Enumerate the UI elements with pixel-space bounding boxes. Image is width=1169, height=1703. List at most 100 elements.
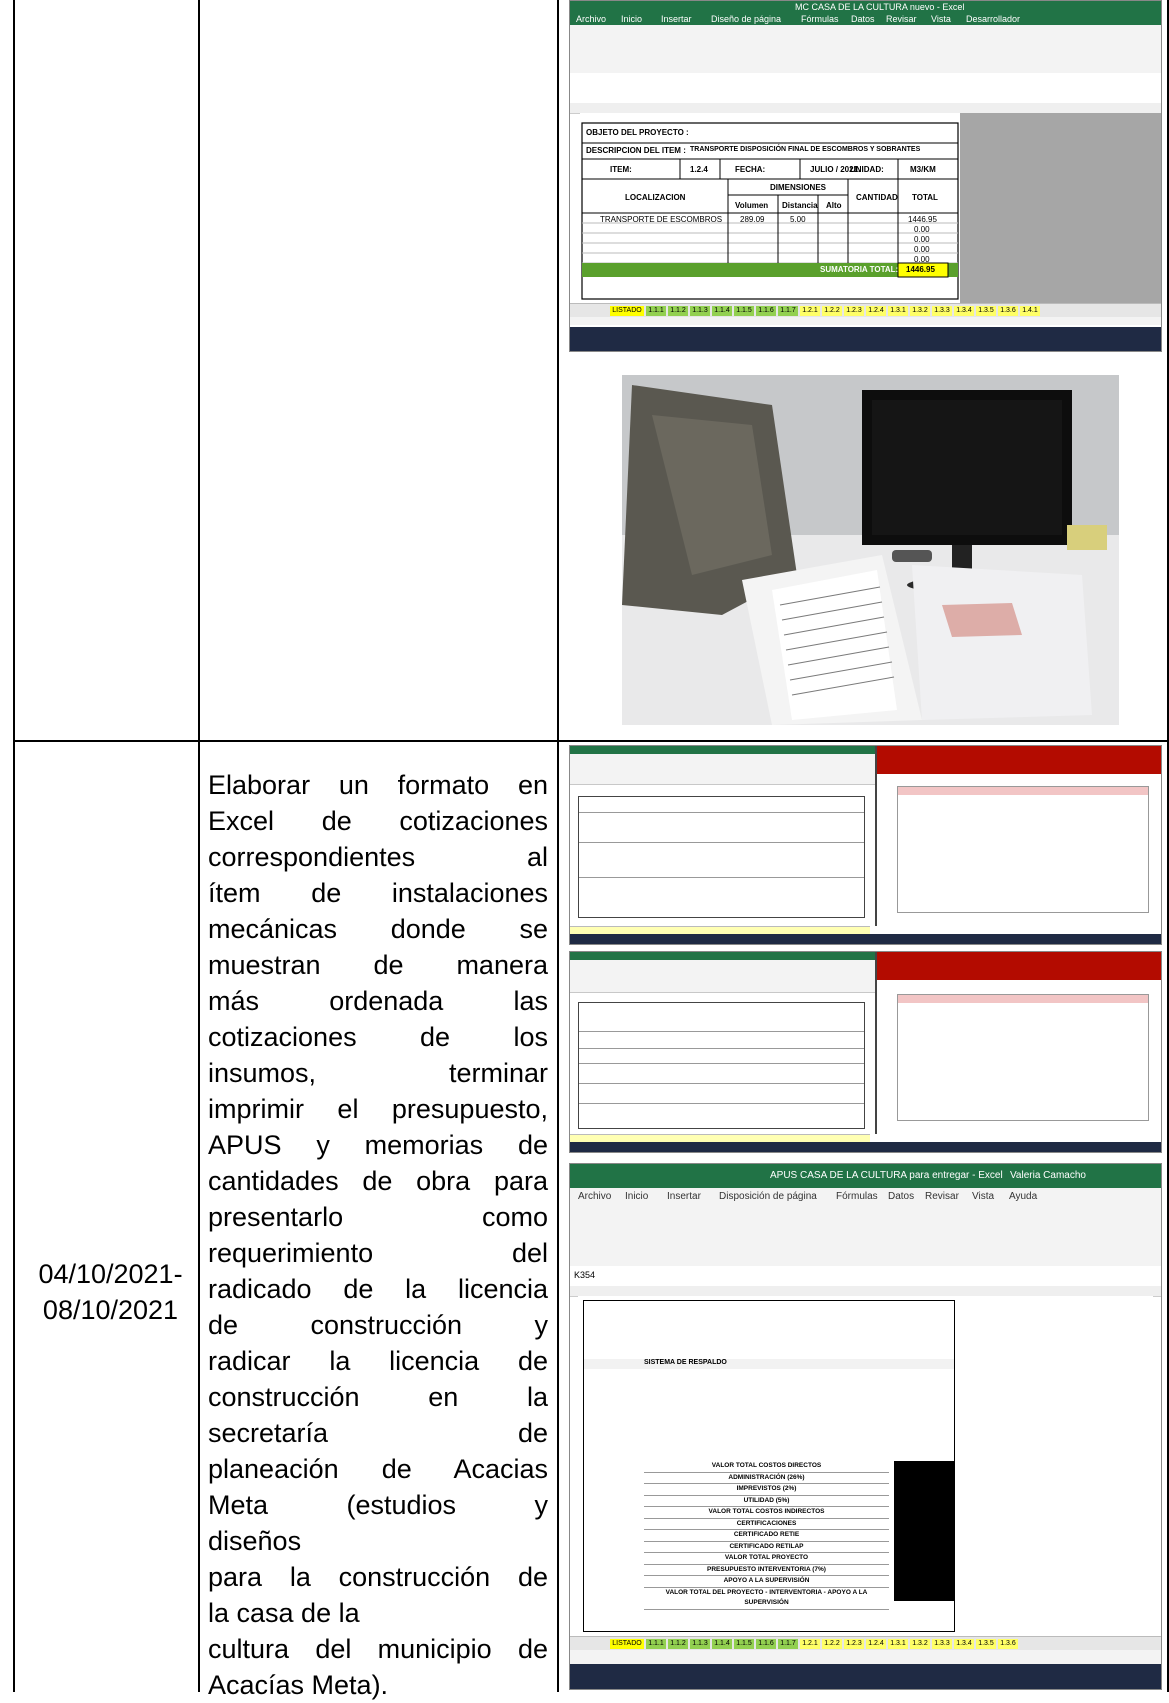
sheet-tab[interactable]: 1.1.6 bbox=[756, 1639, 776, 1649]
table-border-left bbox=[13, 0, 15, 1692]
sheet-tab[interactable]: 1.1.1 bbox=[646, 1639, 666, 1649]
excel-window-title: MC CASA DE LA CULTURA nuevo - Excel bbox=[795, 2, 965, 12]
description-line: cultura del municipio de bbox=[208, 1634, 548, 1664]
sheet-tab[interactable]: 1.3.1 bbox=[888, 306, 908, 316]
sheet-tab[interactable]: 1.3.5 bbox=[976, 306, 996, 316]
sheet-tabs: LISTADO 1.1.1 1.1.2 1.1.3 1.1.4 1.1.5 1.1.6 1.1… bbox=[570, 1636, 1161, 1651]
excel-screenshot-apus: APUS CASA DE LA CULTURA para entregar - … bbox=[569, 1163, 1162, 1690]
table-row bbox=[579, 1031, 864, 1032]
table-row bbox=[579, 1083, 864, 1084]
line-item-volumen: 289.09 bbox=[740, 215, 765, 224]
line-item-total: 1446.95 bbox=[908, 215, 937, 224]
ribbon-tab[interactable]: Inicio bbox=[625, 1191, 648, 1202]
header-total: TOTAL bbox=[912, 193, 938, 202]
sheet-tab[interactable]: 1.1.2 bbox=[668, 306, 688, 316]
ribbon-tab[interactable]: Archivo bbox=[576, 14, 606, 24]
sheet-tab[interactable]: 1.2.3 bbox=[844, 306, 864, 316]
sheet-tab[interactable]: 1.1.2 bbox=[668, 1639, 688, 1649]
table-divider-col2 bbox=[557, 0, 559, 1692]
sumatoria-value: 1446.95 bbox=[906, 265, 935, 274]
ribbon-tab[interactable]: Insertar bbox=[661, 14, 692, 24]
pdf-window bbox=[875, 746, 1161, 926]
sheet-tab[interactable]: 1.1.6 bbox=[756, 306, 776, 316]
sumatoria-label: SUMATORIA TOTAL: bbox=[820, 265, 899, 274]
ribbon-tab[interactable]: Fórmulas bbox=[801, 14, 839, 24]
ribbon-tab[interactable]: Vista bbox=[931, 14, 951, 24]
formula-bar bbox=[570, 73, 1161, 104]
pdf-list bbox=[897, 786, 1149, 913]
desk-photo-image bbox=[622, 375, 1119, 725]
sheet-tab[interactable]: 1.3.5 bbox=[976, 1639, 996, 1649]
header-dimensiones: DIMENSIONES bbox=[770, 183, 827, 192]
label-fecha: FECHA: bbox=[735, 165, 766, 174]
quotation-table bbox=[578, 796, 865, 918]
excel-screenshot-cotizaciones-1 bbox=[569, 745, 1162, 945]
pdf-toolbar bbox=[877, 746, 1161, 774]
sheet-tab[interactable]: 1.2.3 bbox=[844, 1639, 864, 1649]
sheet-tab[interactable]: 1.3.4 bbox=[954, 306, 974, 316]
zero-row-1: 0.00 bbox=[914, 225, 930, 234]
sheet-tab[interactable]: 1.1.7 bbox=[778, 306, 798, 316]
totals-line: CERTIFICADO RETILAP bbox=[644, 1542, 889, 1553]
sheet-tab[interactable]: 1.1.3 bbox=[690, 1639, 710, 1649]
sheet-tab[interactable]: 1.2.4 bbox=[866, 1639, 886, 1649]
ribbon-tab[interactable]: Ayuda bbox=[1009, 1191, 1037, 1202]
sheet-tab[interactable]: 1.3.6 bbox=[998, 1639, 1018, 1649]
ribbon-tab[interactable]: Datos bbox=[888, 1191, 914, 1202]
totals-line: ADMINISTRACIÓN (26%) bbox=[644, 1473, 889, 1484]
ribbon-tab[interactable]: Disposición de página bbox=[719, 1191, 817, 1202]
sheet-tab[interactable]: 1.2.4 bbox=[866, 306, 886, 316]
sheet-tab[interactable]: 1.3.3 bbox=[932, 306, 952, 316]
table-row-separator bbox=[13, 740, 1169, 742]
description-line: más ordenada las bbox=[208, 986, 548, 1016]
description-line: presentarlo como bbox=[208, 1202, 548, 1232]
totals-line: APOYO A LA SUPERVISIÓN bbox=[644, 1576, 889, 1588]
table-divider-col1 bbox=[198, 0, 200, 1692]
activity-description: Elaborar un formato en Excel de cotizacio… bbox=[208, 767, 548, 1703]
sheet-tab[interactable]: 1.2.1 bbox=[800, 1639, 820, 1649]
sheet-tab[interactable]: 1.4.1 bbox=[1020, 306, 1040, 316]
label-unidad: UNIDAD: bbox=[850, 165, 884, 174]
description-line: APUS y memorias de bbox=[208, 1130, 548, 1160]
sheet-tab[interactable]: 1.1.1 bbox=[646, 306, 666, 316]
ribbon-tab[interactable]: Desarrollador bbox=[966, 14, 1020, 24]
ribbon-tab[interactable]: Archivo bbox=[578, 1191, 611, 1202]
sheet-tab[interactable]: 1.3.6 bbox=[998, 306, 1018, 316]
sheet-tab[interactable]: 1.1.7 bbox=[778, 1639, 798, 1649]
description-line: Acacías Meta). bbox=[208, 1670, 389, 1700]
description-line: diseños bbox=[208, 1526, 302, 1556]
ribbon-tab[interactable]: Inicio bbox=[621, 14, 642, 24]
sheet-tab[interactable]: 1.3.3 bbox=[932, 1639, 952, 1649]
sheet-tab[interactable]: 1.3.4 bbox=[954, 1639, 974, 1649]
sheet-tab[interactable]: LISTADO bbox=[610, 306, 644, 316]
sheet-tab[interactable]: 1.2.2 bbox=[822, 1639, 842, 1649]
excel-ribbon-tabs: Archivo Inicio Insertar Diseño de página Fór… bbox=[570, 13, 1161, 25]
description-line: muestran de manera bbox=[208, 950, 548, 980]
ribbon-tab[interactable]: Fórmulas bbox=[836, 1191, 878, 1202]
totals-line: IMPREVISTOS (2%) bbox=[644, 1484, 889, 1496]
sheet-tab[interactable]: 1.1.5 bbox=[734, 1639, 754, 1649]
pdf-list-header bbox=[898, 787, 1148, 795]
sheet-tab[interactable]: 1.1.4 bbox=[712, 306, 732, 316]
sheet-tab[interactable]: 1.3.2 bbox=[910, 1639, 930, 1649]
ribbon-tab[interactable]: Datos bbox=[851, 14, 875, 24]
quotation-table bbox=[578, 1002, 865, 1129]
ribbon-tab[interactable]: Vista bbox=[972, 1191, 994, 1202]
ribbon-tab[interactable]: Revisar bbox=[925, 1191, 959, 1202]
table-row bbox=[579, 842, 864, 843]
sheet-tab[interactable]: 1.1.4 bbox=[712, 1639, 732, 1649]
description-line: imprimir el presupuesto, bbox=[208, 1094, 548, 1124]
sheet-tab[interactable]: 1.2.2 bbox=[822, 306, 842, 316]
sheet-tab[interactable]: 1.1.3 bbox=[690, 306, 710, 316]
sheet-tab[interactable]: LISTADO bbox=[610, 1639, 644, 1649]
pdf-list bbox=[897, 994, 1149, 1121]
sheet-tab[interactable]: 1.1.5 bbox=[734, 306, 754, 316]
description-line: requerimiento del bbox=[208, 1238, 548, 1268]
sheet-tab[interactable]: 1.3.1 bbox=[888, 1639, 908, 1649]
ribbon-tab[interactable]: Revisar bbox=[886, 14, 917, 24]
sheet-content bbox=[570, 994, 870, 1134]
sheet-tab[interactable]: 1.3.2 bbox=[910, 306, 930, 316]
sheet-tab[interactable]: 1.2.1 bbox=[800, 306, 820, 316]
ribbon-tab[interactable]: Insertar bbox=[667, 1191, 701, 1202]
ribbon-tab[interactable]: Diseño de página bbox=[711, 14, 781, 24]
